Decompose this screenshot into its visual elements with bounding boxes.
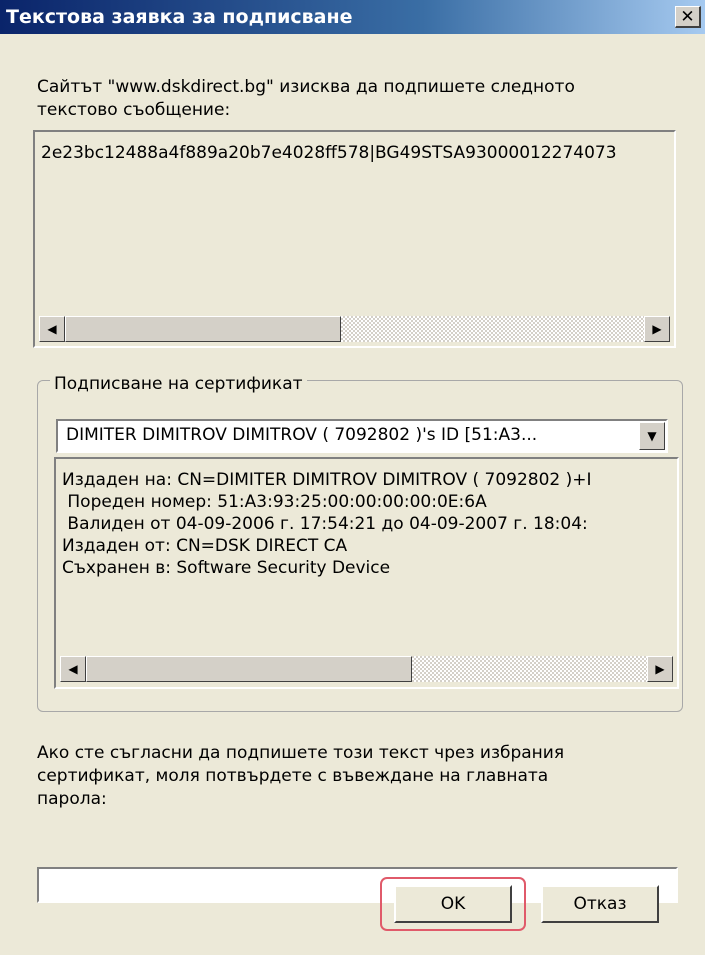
- window-title: Текстова заявка за подписване: [6, 6, 353, 28]
- scroll-right-button[interactable]: ▶: [647, 656, 673, 682]
- certificate-select[interactable]: DIMITER DIMITROV DIMITROV ( 7092802 )'s …: [56, 419, 668, 453]
- scroll-thumb[interactable]: [86, 656, 412, 682]
- close-icon: ✕: [680, 7, 695, 27]
- dropdown-button[interactable]: ▼: [639, 422, 665, 450]
- scroll-thumb[interactable]: [65, 316, 341, 342]
- close-button[interactable]: ✕: [675, 6, 701, 28]
- arrow-left-icon: ◀: [68, 662, 78, 676]
- cert-detail-line: Валиден от 04-09-2006 г. 17:54:21 до 04-…: [62, 514, 588, 534]
- intro-text-line-1: Сайтът "www.dskdirect.bg" изисква да под…: [37, 77, 575, 97]
- prompt-text-line-2: сертификат, моля потвърдете с въвеждане …: [37, 766, 549, 786]
- scroll-right-button[interactable]: ▶: [644, 316, 670, 342]
- certificate-details[interactable]: Издаден на: CN=DIMITER DIMITROV DIMITROV…: [54, 457, 679, 689]
- cancel-button[interactable]: Отказ: [541, 885, 659, 923]
- arrow-right-icon: ▶: [652, 322, 662, 336]
- ok-button[interactable]: OK: [394, 885, 512, 923]
- message-text: 2e23bc12488a4f889a20b7e4028ff578|BG49STS…: [41, 143, 617, 163]
- cert-detail-line: Издаден от: CN=DSK DIRECT CA: [62, 536, 348, 556]
- dialog-body: Сайтът "www.dskdirect.bg" изисква да под…: [0, 34, 705, 955]
- prompt-text-line-3: парола:: [37, 789, 107, 809]
- certificate-group-label: Подписване на сертификат: [50, 373, 307, 395]
- arrow-right-icon: ▶: [655, 662, 665, 676]
- scroll-left-button[interactable]: ◀: [39, 316, 65, 342]
- cert-detail-line: Съхранен в: Software Security Device: [62, 558, 391, 578]
- intro-text-line-2: текстово съобщение:: [37, 100, 231, 120]
- details-hscrollbar[interactable]: ◀ ▶: [60, 656, 673, 682]
- titlebar: Текстова заявка за подписване ✕: [0, 0, 705, 34]
- cert-detail-line: Издаден на: CN=DIMITER DIMITROV DIMITROV…: [62, 470, 592, 490]
- cert-detail-line: Пореден номер: 51:A3:93:25:00:00:00:00:0…: [62, 492, 487, 512]
- scroll-left-button[interactable]: ◀: [60, 656, 86, 682]
- arrow-left-icon: ◀: [47, 322, 57, 336]
- message-hscrollbar[interactable]: ◀ ▶: [39, 316, 670, 342]
- certificate-select-value: DIMITER DIMITROV DIMITROV ( 7092802 )'s …: [66, 425, 538, 445]
- message-textarea[interactable]: 2e23bc12488a4f889a20b7e4028ff578|BG49STS…: [33, 130, 676, 348]
- chevron-down-icon: ▼: [647, 429, 657, 443]
- prompt-text-line-1: Ако сте съгласни да подпишете този текст…: [37, 743, 565, 763]
